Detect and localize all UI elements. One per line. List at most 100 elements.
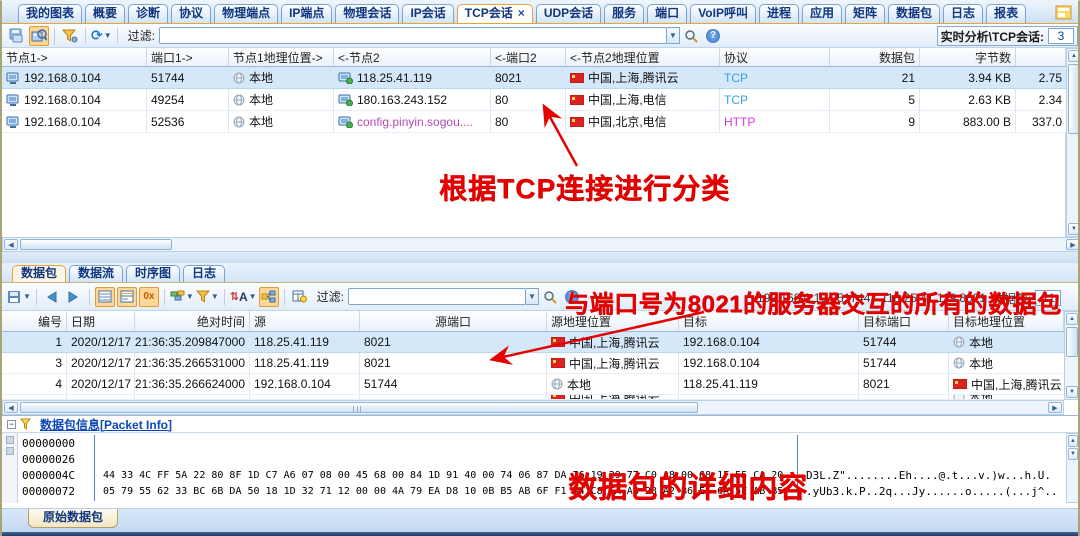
autoscroll-button[interactable]: ⇅A▼ — [230, 287, 257, 307]
separator — [117, 28, 118, 44]
tab-ip-conversation[interactable]: IP会话 — [402, 4, 453, 23]
hex-vscrollbar[interactable]: ▲ ▼ — [1066, 433, 1080, 503]
next-packet-button[interactable] — [64, 287, 84, 307]
packet-list-view-button[interactable] — [95, 287, 115, 307]
scrollbar-thumb[interactable] — [20, 239, 172, 250]
tab-logs[interactable]: 日志 — [183, 265, 225, 282]
scrollbar-thumb[interactable] — [1066, 327, 1078, 357]
tab-protocol[interactable]: 协议 — [171, 4, 211, 23]
column-header-geo1[interactable]: 节点1地理位置-> — [229, 48, 334, 66]
help-icon[interactable]: ? — [706, 29, 720, 43]
tab-physical-conversation[interactable]: 物理会话 — [335, 4, 399, 23]
scroll-up-icon[interactable]: ▲ — [1066, 313, 1078, 325]
tab-report[interactable]: 报表 — [986, 4, 1026, 23]
conversation-tree-button[interactable] — [259, 287, 279, 307]
tab-packet[interactable]: 数据包 — [888, 4, 940, 23]
tab-summary[interactable]: 概要 — [85, 4, 125, 23]
scroll-down-icon[interactable]: ▼ — [1068, 223, 1080, 235]
packet-hscrollbar[interactable]: ◀ ▶ — [2, 400, 1064, 415]
decode-options-button[interactable]: ▼ — [170, 287, 194, 307]
scroll-right-icon[interactable]: ▶ — [1066, 239, 1080, 250]
session-filter-input[interactable] — [159, 27, 667, 44]
tab-packets[interactable]: 数据包 — [12, 265, 66, 282]
tab-my-charts[interactable]: 我的图表 — [18, 4, 82, 23]
pane-splitter[interactable] — [2, 252, 1080, 263]
search-icon[interactable] — [681, 26, 701, 46]
scrollbar-thumb[interactable] — [1068, 64, 1080, 134]
tab-process[interactable]: 进程 — [759, 4, 799, 23]
packet-filter-button[interactable]: ▼ — [196, 287, 219, 307]
tab-physical-endpoint[interactable]: 物理端点 — [214, 4, 278, 23]
node2-hostname-link[interactable]: config.pinyin.sogou.... — [357, 115, 473, 129]
tab-data-flow[interactable]: 数据流 — [69, 265, 123, 282]
table-row[interactable]: 192.168.0.104 51744 本地 118.25.41.119 802… — [2, 67, 1066, 89]
tab-ip-endpoint[interactable]: IP端点 — [281, 4, 332, 23]
tab-service[interactable]: 服务 — [604, 4, 644, 23]
refresh-button[interactable]: ⟳▼ — [91, 26, 112, 46]
tab-raw-packet[interactable]: 原始数据包 — [28, 509, 118, 528]
scroll-down-icon[interactable]: ▼ — [1066, 386, 1078, 398]
previous-packet-button[interactable] — [42, 287, 62, 307]
column-header-source-port[interactable]: 源端口 — [360, 311, 547, 331]
column-header-source[interactable]: 源 — [250, 311, 360, 331]
session-vscrollbar[interactable]: ▲ ▼ — [1066, 48, 1080, 237]
packet-source-port: 51744 — [360, 374, 547, 394]
scroll-right-icon[interactable]: ▶ — [1048, 402, 1062, 413]
tab-voip[interactable]: VoIP呼叫 — [690, 4, 756, 23]
packet-hex-view-button[interactable]: 0x — [139, 287, 159, 307]
hex-tool-icon[interactable] — [6, 447, 14, 455]
column-header-date[interactable]: 日期 — [67, 311, 135, 331]
scroll-down-icon[interactable]: ▼ — [1068, 448, 1078, 460]
packet-target: 192.168.0.104 — [679, 332, 859, 352]
hex-view[interactable]: 0000000000000026 0000004C00000072 44 33 … — [2, 433, 1080, 503]
scroll-up-icon[interactable]: ▲ — [1068, 435, 1078, 447]
tab-tcp-conversation[interactable]: TCP会话× — [457, 4, 533, 23]
export-button[interactable] — [7, 26, 27, 46]
close-icon[interactable]: × — [518, 6, 525, 20]
tab-log[interactable]: 日志 — [943, 4, 983, 23]
scroll-left-icon[interactable]: ◀ — [4, 239, 18, 250]
column-header-packets[interactable]: 数据包 — [830, 48, 920, 66]
lock-table-button[interactable] — [290, 287, 310, 307]
filter-dropdown-button[interactable]: ▼ — [526, 288, 539, 305]
packet-filter-input[interactable] — [348, 288, 526, 305]
tab-diagnosis[interactable]: 诊断 — [128, 4, 168, 23]
filter-settings-button[interactable] — [60, 26, 80, 46]
filter-dropdown-button[interactable]: ▼ — [667, 27, 680, 44]
scroll-left-icon[interactable]: ◀ — [4, 402, 18, 413]
column-header-geo2[interactable]: <-节点2地理位置 — [566, 48, 720, 66]
column-header-port2[interactable]: <-端口2 — [491, 48, 566, 66]
session-hscrollbar[interactable]: ◀ ▶ — [2, 237, 1080, 252]
column-header-protocol[interactable]: 协议 — [720, 48, 830, 66]
column-header-clipped[interactable] — [1016, 48, 1066, 66]
column-header-abs-time[interactable]: 绝对时间 — [135, 311, 250, 331]
scrollbar-thumb[interactable] — [20, 402, 698, 413]
tab-matrix[interactable]: 矩阵 — [845, 4, 885, 23]
tab-application[interactable]: 应用 — [802, 4, 842, 23]
packet-vscrollbar[interactable]: ▲ ▼ — [1064, 311, 1080, 400]
save-packets-button[interactable]: ▼ — [7, 287, 31, 307]
packet-decode-view-button[interactable] — [117, 287, 137, 307]
tab-time-sequence[interactable]: 时序图 — [126, 265, 180, 282]
column-header-node1[interactable]: 节点1-> — [2, 48, 147, 66]
locate-node-button[interactable] — [29, 26, 49, 46]
table-row[interactable]: 192.168.0.104 52536 本地 config.pinyin.sog… — [2, 111, 1066, 133]
search-icon[interactable] — [540, 287, 560, 307]
table-row[interactable]: 3 2020/12/17 21:36:35.266531000 118.25.4… — [2, 353, 1064, 374]
collapse-icon[interactable]: − — [7, 420, 16, 429]
tab-udp-conversation[interactable]: UDP会话 — [536, 4, 601, 23]
column-header-bytes[interactable]: 字节数 — [920, 48, 1016, 66]
table-row[interactable]: 4 2020/12/17 21:36:35.266624000 192.168.… — [2, 374, 1064, 395]
flag-cn-icon — [570, 117, 584, 127]
column-header-node2[interactable]: <-节点2 — [334, 48, 491, 66]
packets-value: 21 — [830, 67, 920, 88]
new-chart-window-icon[interactable] — [1055, 5, 1072, 23]
packet-info-link[interactable]: 数据包信息[Packet Info] — [40, 416, 172, 433]
table-row[interactable]: 1 2020/12/17 21:36:35.209847000 118.25.4… — [2, 332, 1064, 353]
scroll-up-icon[interactable]: ▲ — [1068, 50, 1080, 62]
column-header-port1[interactable]: 端口1-> — [147, 48, 229, 66]
column-header-no[interactable]: 编号 — [2, 311, 67, 331]
hex-tool-icon[interactable] — [6, 436, 14, 444]
tab-port[interactable]: 端口 — [647, 4, 687, 23]
table-row[interactable]: 192.168.0.104 49254 本地 180.163.243.152 8… — [2, 89, 1066, 111]
